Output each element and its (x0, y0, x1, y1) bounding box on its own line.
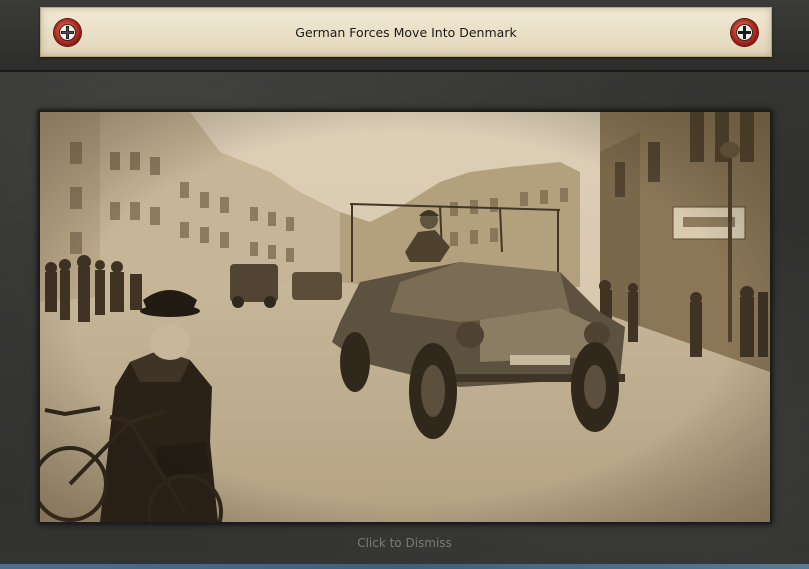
title-bar: German Forces Move Into Denmark (0, 0, 809, 72)
event-photo (38, 110, 772, 524)
event-photo-image (40, 112, 770, 522)
event-title: German Forces Move Into Denmark (295, 25, 517, 40)
dismiss-button[interactable]: Click to Dismiss (0, 536, 809, 552)
iron-cross-roundel-icon (731, 19, 758, 46)
map-strip (0, 564, 809, 569)
title-plate: German Forces Move Into Denmark (40, 7, 772, 57)
